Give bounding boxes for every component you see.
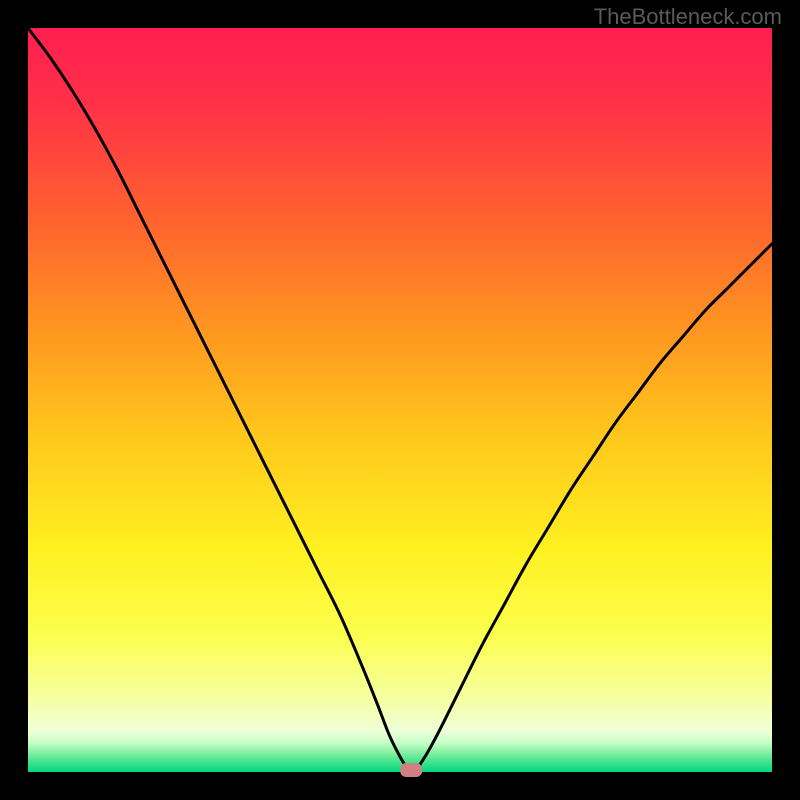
bottleneck-chart: [0, 0, 800, 800]
chart-container: TheBottleneck.com: [0, 0, 800, 800]
watermark-text: TheBottleneck.com: [594, 4, 782, 30]
optimal-point-marker: [400, 763, 422, 777]
plot-background: [28, 28, 772, 772]
